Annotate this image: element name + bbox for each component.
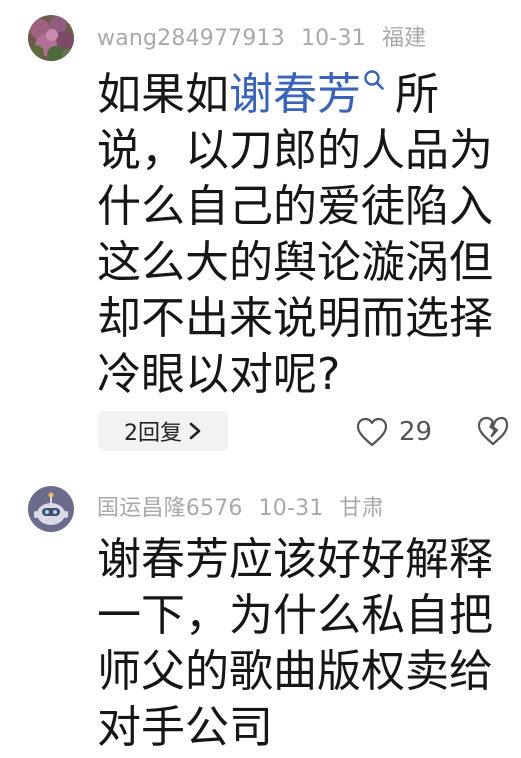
replies-button[interactable]: 2回复 xyxy=(98,411,228,451)
comment-text-start: 如果如 xyxy=(97,69,229,120)
like-button[interactable]: 29 xyxy=(355,414,432,450)
user-avatar[interactable] xyxy=(28,486,74,532)
broken-heart-icon[interactable] xyxy=(476,414,510,448)
comment-text: 谢春芳应该好好解释一下，为什么私自把师父的歌曲版权卖给对手公司 xyxy=(97,534,493,753)
like-count: 29 xyxy=(399,417,433,447)
comment-text: 如果如谢春芳 所说，以刀郎的人品为什么自己的爱徒陷入这么大的舆论漩涡但却不出来说明… xyxy=(97,67,507,403)
username[interactable]: 国运昌隆6576 xyxy=(97,496,243,521)
comment-location: 甘肃 xyxy=(339,496,384,521)
replies-label: 2回复 xyxy=(124,421,182,446)
comment-item: 国运昌隆6576 10-31 甘肃 谢春芳应该好好解释一下，为什么私自把师父的歌曲版… xyxy=(0,470,521,758)
comment-location: 福建 xyxy=(381,26,427,51)
heart-icon xyxy=(356,417,388,447)
username[interactable]: wang284977913 xyxy=(97,26,285,51)
avatar-flowers-image xyxy=(28,15,74,61)
user-avatar[interactable] xyxy=(28,15,74,61)
search-icon[interactable] xyxy=(363,69,385,91)
comment-date: 10-31 xyxy=(258,496,324,521)
avatar-robot-image xyxy=(28,486,74,532)
comment-meta: 国运昌隆6576 10-31 甘肃 xyxy=(97,490,384,522)
comment-item: wang284977913 10-31 福建 如果如谢春芳 所说，以刀郎的人品为什么自… xyxy=(0,0,521,470)
mention-link[interactable]: 谢春芳 xyxy=(229,69,361,120)
comment-date: 10-31 xyxy=(300,26,366,51)
chevron-right-icon xyxy=(189,422,201,440)
comment-meta: wang284977913 10-31 福建 xyxy=(97,20,426,52)
